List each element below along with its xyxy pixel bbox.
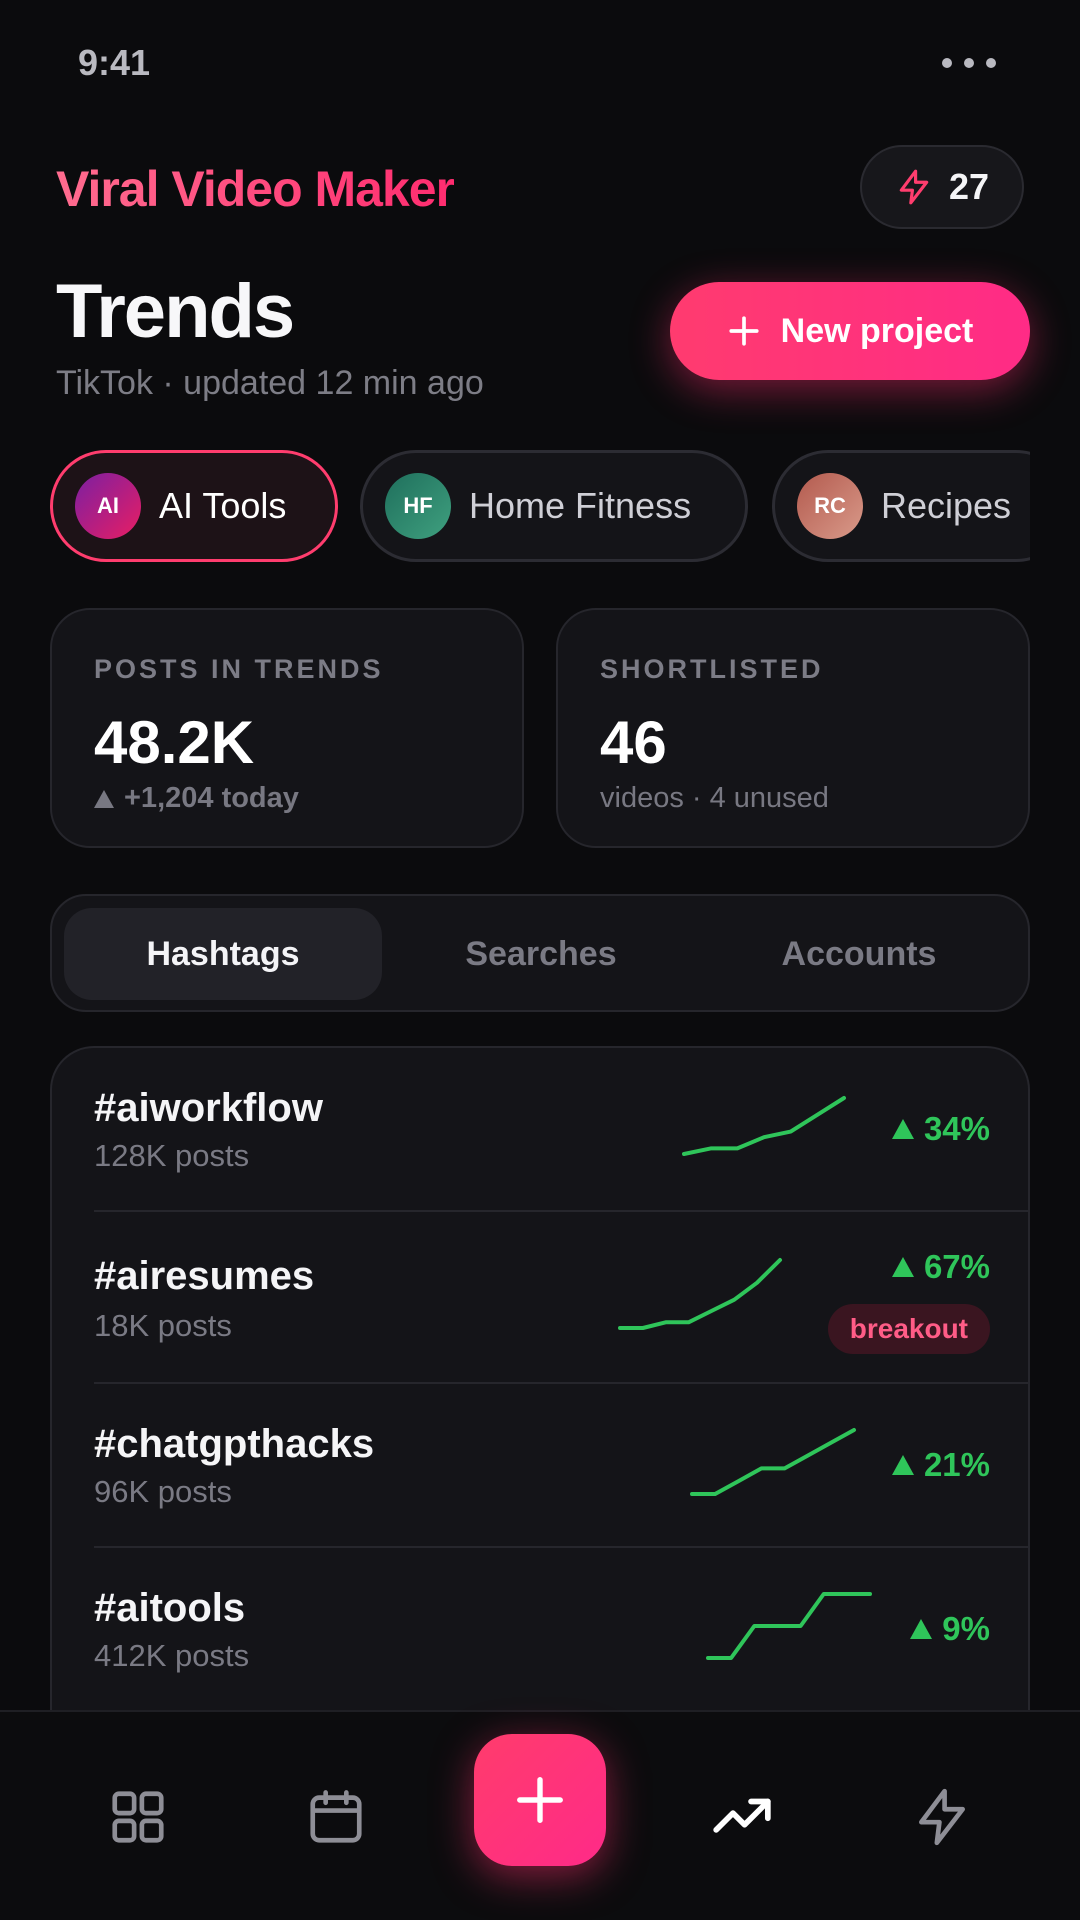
hashtag-posts: 412K posts [94,1638,250,1673]
stat-note: videos · 4 unused [600,782,829,814]
stat-note-text: +1,204 today [124,782,299,814]
list-item[interactable]: #aitools 412K posts 9% [52,1548,1028,1712]
status-bar: 9:41 [0,0,1080,128]
energy-credits-pill[interactable]: 27 [860,145,1024,229]
energy-count: 27 [948,166,990,207]
stat-label: SHORTLISTED [600,654,824,684]
hashtag-list: #aiworkflow 128K posts 34% #airesumes 18… [50,1046,1030,1746]
topic-avatar: RC [797,473,863,539]
stat-value: 46 [600,709,667,776]
bottom-nav [0,1710,1080,1920]
topic-chips: AI AI Tools HF Home Fitness RC Recipes [50,448,1030,564]
tab-searches[interactable]: Searches [382,908,700,1000]
trending-icon [713,1798,771,1833]
trend-change: 34% [891,1110,990,1148]
hashtag-posts: 128K posts [94,1138,250,1173]
triangle-up-icon [891,1455,914,1475]
list-item[interactable]: #airesumes 18K posts 67% breakout [52,1212,1028,1384]
sparkline [706,1592,872,1660]
topic-avatar: AI [75,473,141,539]
nav-boost[interactable] [902,1772,982,1862]
status-time: 9:41 [78,42,151,83]
topic-chip-recipes[interactable]: RC Recipes [772,450,1030,562]
hashtag-name: #chatgpthacks [94,1422,375,1466]
breakout-badge: breakout [827,1304,990,1354]
tab-hashtags[interactable]: Hashtags [64,908,382,1000]
hashtag-name: #airesumes [94,1254,315,1298]
sparkline-path [618,1258,782,1330]
app-title: Viral Video Maker [56,161,455,217]
sparkline-path [682,1096,846,1156]
new-project-label: New project [780,311,974,350]
triangle-up-icon [94,789,114,808]
list-item[interactable]: #chatgpthacks 96K posts 21% [52,1384,1028,1548]
trend-change-value: 34% [923,1110,990,1147]
shortlisted-card[interactable]: SHORTLISTED 46 videos · 4 unused [556,608,1030,848]
trend-change-value: 21% [923,1446,990,1483]
trend-change: 67% [891,1248,990,1286]
grid-icon [112,1791,164,1843]
tab-accounts[interactable]: Accounts [700,908,1018,1000]
triangle-up-icon [910,1619,933,1639]
trend-change: 21% [891,1446,990,1484]
sparkline [682,1096,846,1156]
sparkline [618,1258,782,1330]
calendar-icon [310,1790,362,1843]
hashtag-posts: 96K posts [94,1474,232,1509]
topic-avatar: HF [385,473,451,539]
stat-note: +1,204 today [94,782,299,815]
hashtag-name: #aiworkflow [94,1086,323,1130]
topic-chip-home-fitness[interactable]: HF Home Fitness [360,450,748,562]
posts-in-trends-card: POSTS IN TRENDS 48.2K +1,204 today [50,608,524,848]
topic-label: Recipes [881,485,1012,526]
nav-calendar[interactable] [296,1772,376,1862]
more-options-icon[interactable] [942,58,996,68]
create-button[interactable] [474,1734,606,1866]
sparkline-path [690,1428,856,1496]
bolt-icon [919,1788,965,1846]
sparkline [690,1428,856,1496]
bolt-icon [899,169,929,205]
topic-label: AI Tools [159,485,287,526]
stat-label: POSTS IN TRENDS [94,654,384,684]
stat-value: 48.2K [94,709,255,776]
triangle-up-icon [891,1119,914,1139]
triangle-up-icon [891,1257,914,1277]
topic-chip-ai-tools[interactable]: AI AI Tools [50,450,338,562]
hashtag-posts: 18K posts [94,1308,232,1343]
nav-dashboard[interactable] [98,1772,178,1862]
trend-change-value: 67% [923,1248,990,1285]
page-title: Trends [56,269,295,354]
page-subtitle: TikTok · updated 12 min ago [56,364,484,402]
hashtag-name: #aitools [94,1586,246,1630]
list-item[interactable]: #aiworkflow 128K posts 34% [52,1048,1028,1212]
trend-change-value: 9% [942,1610,990,1647]
trend-change: 9% [910,1610,990,1648]
plus-icon [729,316,759,346]
new-project-button[interactable]: New project [670,282,1030,380]
nav-trends[interactable] [702,1772,782,1862]
sparkline-path [706,1592,872,1660]
trend-type-tabs: Hashtags Searches Accounts [50,894,1030,1012]
topic-label: Home Fitness [469,485,692,526]
plus-icon [517,1777,563,1823]
